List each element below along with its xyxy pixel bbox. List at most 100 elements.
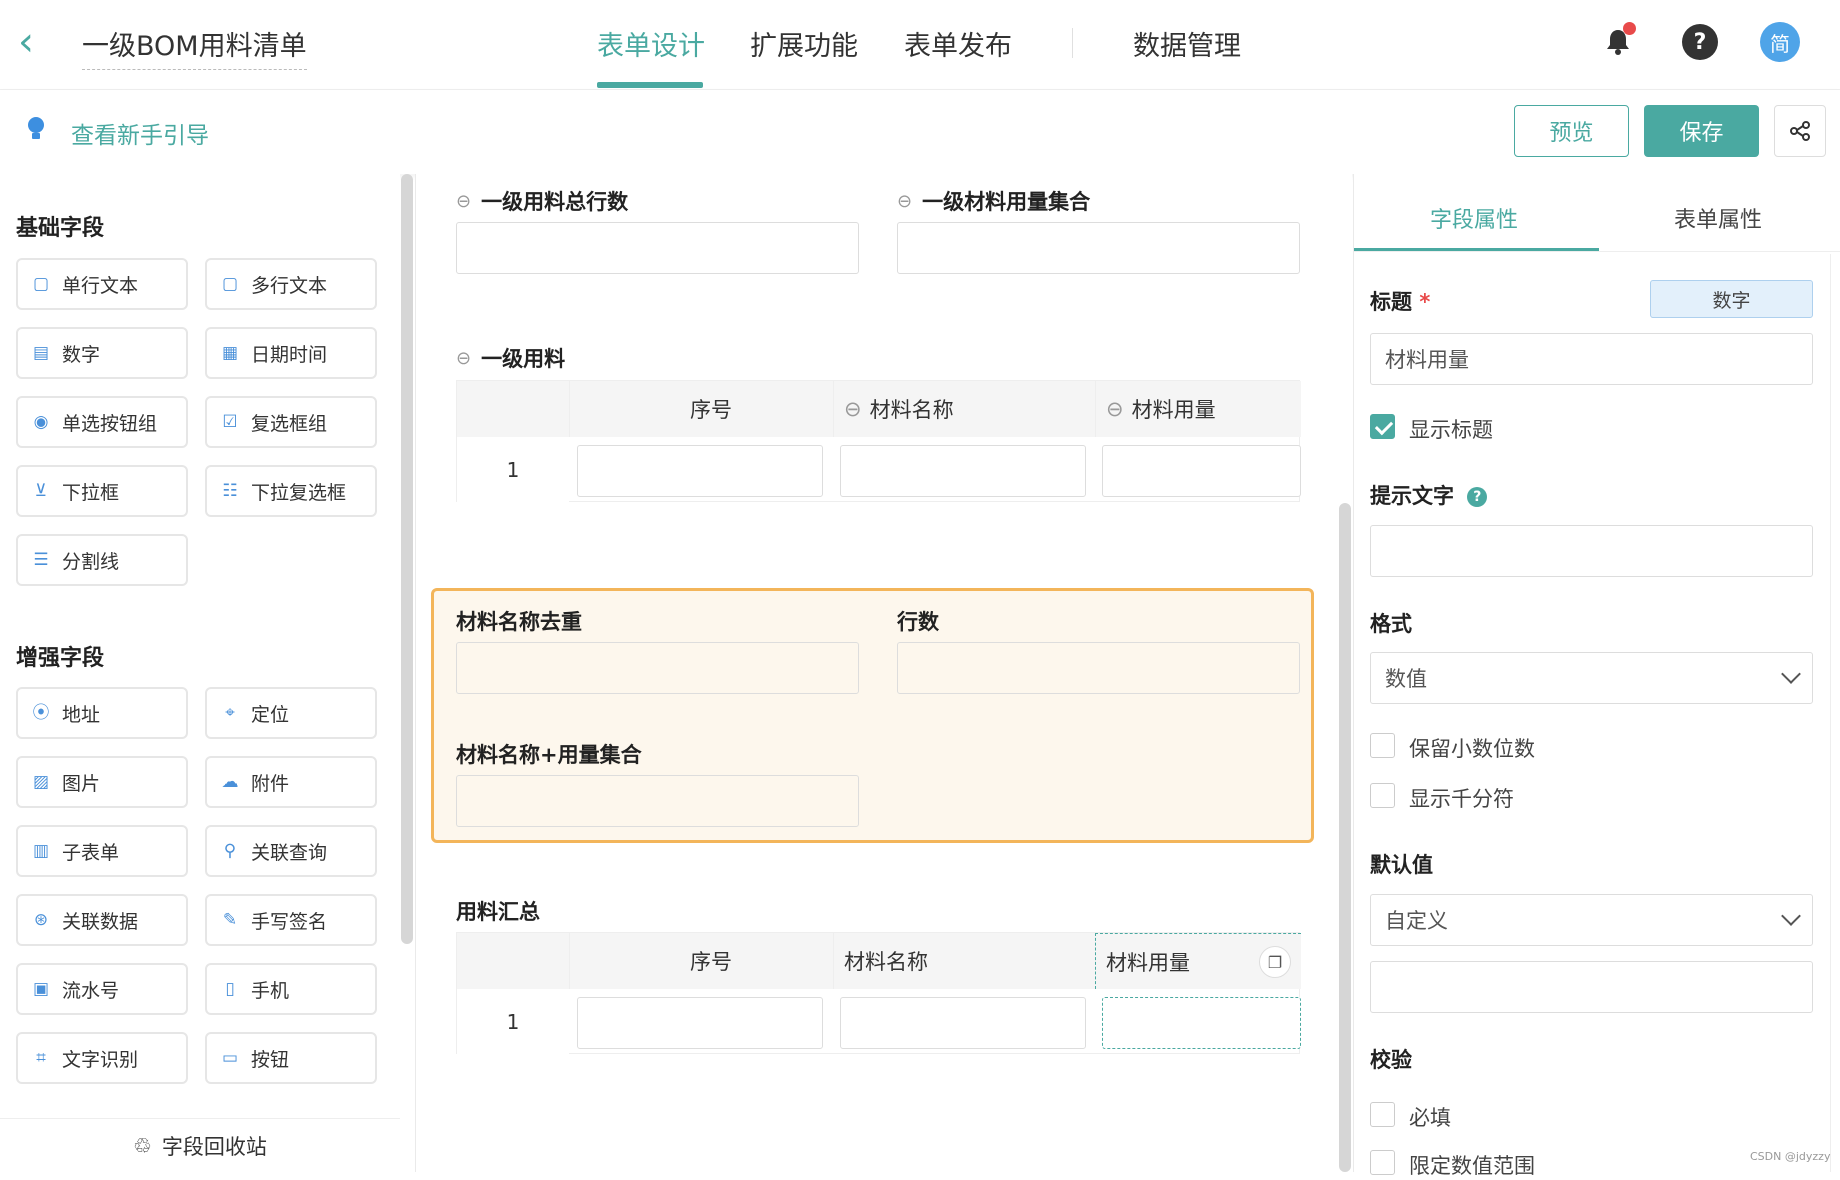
divider-icon: ☰ [33, 550, 49, 570]
field-address[interactable]: ⦿ 地址 [16, 687, 188, 739]
subform-icon: ▥ [32, 841, 50, 861]
prop-title-input[interactable]: 材料用量 [1370, 333, 1813, 385]
name-dedupe-input[interactable] [456, 642, 859, 694]
link-icon: ⊖ [897, 190, 913, 212]
field-mobile[interactable]: ▯ 手机 [205, 963, 377, 1015]
field-label-row-count: 行数 [897, 610, 939, 634]
table-header-material-name: ⊖ 材料名称 [833, 381, 1095, 437]
prop-format-label: 格式 [1370, 612, 1412, 636]
basic-fields-title: 基础字段 [16, 216, 105, 241]
field-divider[interactable]: ☰ 分割线 [16, 534, 188, 586]
radio-icon: ◉ [33, 412, 49, 432]
query-icon: ⚲ [223, 841, 237, 861]
palette-scrollbar[interactable] [401, 174, 413, 944]
thousands-separator-checkbox[interactable] [1370, 783, 1395, 808]
default-value-select[interactable]: 自定义 [1370, 894, 1813, 946]
save-button[interactable]: 保存 [1644, 105, 1759, 157]
row-count-input[interactable] [897, 642, 1300, 694]
properties-scrollbar[interactable] [1830, 254, 1840, 1172]
show-title-checkbox[interactable] [1370, 414, 1395, 439]
preview-button[interactable]: 预览 [1514, 105, 1629, 157]
keep-decimals-checkbox[interactable] [1370, 733, 1395, 758]
field-palette: 基础字段 ▢ 单行文本 ▢ 多行文本 ▤ 数字 ▦ 日期时间 ◉ 单选按钮组 ☑ 复选框组 … [0, 174, 400, 1172]
field-multi-line-text[interactable]: ▢ 多行文本 [205, 258, 377, 310]
field-serial-number[interactable]: ▣ 流水号 [16, 963, 188, 1015]
checkbox-icon: ☑ [222, 412, 238, 432]
required-checkbox[interactable] [1370, 1102, 1395, 1127]
subform-table-level1: 序号 ⊖ 材料名称 ⊖ 材料用量 1 [456, 380, 1301, 503]
default-value-input[interactable] [1370, 961, 1813, 1013]
copy-icon[interactable]: ❐ [1259, 946, 1291, 978]
field-signature[interactable]: ✎ 手写签名 [205, 894, 377, 946]
field-number[interactable]: ▤ 数字 [16, 327, 188, 379]
link-icon: ⊖ [456, 190, 472, 212]
subform-title-level1: ⊖ 一级用料 [456, 347, 566, 371]
field-ocr[interactable]: ⌗ 文字识别 [16, 1032, 188, 1084]
button-icon: ▭ [221, 1048, 239, 1068]
textarea-icon: ▢ [221, 274, 239, 294]
required-mark: * [1419, 290, 1431, 314]
cell-input-material-qty[interactable] [1102, 997, 1301, 1049]
tab-field-properties[interactable]: 字段属性 [1430, 202, 1518, 234]
crosshair-icon: ⌖ [225, 703, 235, 723]
value-range-label: 限定数值范围 [1409, 1154, 1535, 1178]
lightbulb-icon [26, 116, 46, 148]
field-dropdown[interactable]: ⊻ 下拉框 [16, 465, 188, 517]
field-dropdown-multi[interactable]: ☷ 下拉复选框 [205, 465, 377, 517]
field-datetime[interactable]: ▦ 日期时间 [205, 327, 377, 379]
form-title[interactable]: 一级BOM用料清单 [82, 24, 307, 70]
pen-icon: ✎ [222, 910, 238, 930]
cell-input-seq[interactable] [577, 445, 823, 497]
help-circle-icon[interactable]: ? [1467, 487, 1488, 507]
share-button[interactable] [1774, 105, 1826, 157]
tab-form-publish[interactable]: 表单发布 [904, 24, 1012, 63]
nav-divider [1072, 28, 1073, 58]
field-radio-group[interactable]: ◉ 单选按钮组 [16, 396, 188, 448]
cell-input-material-name[interactable] [840, 997, 1086, 1049]
row-index: 1 [457, 989, 569, 1055]
serial-icon: ▣ [32, 979, 50, 999]
material-set-input[interactable] [897, 222, 1300, 274]
field-related-query[interactable]: ⚲ 关联查询 [205, 825, 377, 877]
prop-validation-label: 校验 [1370, 1048, 1412, 1072]
field-image[interactable]: ▨ 图片 [16, 756, 188, 808]
field-attachment[interactable]: ☁ 附件 [205, 756, 377, 808]
back-arrow-icon[interactable]: ‹ [18, 22, 48, 62]
canvas-scrollbar[interactable] [1339, 503, 1351, 1172]
name-qty-set-input[interactable] [456, 775, 859, 827]
number-icon: ▤ [32, 343, 50, 363]
table-header-cell [457, 381, 569, 437]
field-recycle-bin[interactable]: ♲ 字段回收站 [0, 1118, 400, 1172]
tab-extensions[interactable]: 扩展功能 [750, 24, 858, 63]
value-range-checkbox[interactable] [1370, 1150, 1395, 1175]
field-button[interactable]: ▭ 按钮 [205, 1032, 377, 1084]
field-related-data[interactable]: ⊛ 关联数据 [16, 894, 188, 946]
help-icon[interactable]: ? [1682, 24, 1718, 60]
field-label-name-dedupe: 材料名称去重 [456, 610, 582, 634]
cell-input-material-name[interactable] [840, 445, 1086, 497]
field-single-line-text[interactable]: ▢ 单行文本 [16, 258, 188, 310]
field-geolocation[interactable]: ⌖ 定位 [205, 687, 377, 739]
table-header-material-qty-selected[interactable]: 材料用量 ❐ [1095, 933, 1301, 989]
location-pin-icon: ⦿ [32, 703, 50, 723]
tab-form-design[interactable]: 表单设计 [597, 24, 705, 63]
cell-input-seq[interactable] [577, 997, 823, 1049]
keep-decimals-label: 保留小数位数 [1409, 737, 1535, 761]
multi-select-icon: ☷ [222, 481, 238, 501]
tab-data-management[interactable]: 数据管理 [1133, 24, 1241, 63]
required-label: 必填 [1409, 1106, 1451, 1130]
tab-form-properties[interactable]: 表单属性 [1674, 202, 1762, 234]
table-header-cell [457, 933, 569, 989]
thousands-separator-label: 显示千分符 [1409, 787, 1514, 811]
avatar[interactable]: 简 [1760, 22, 1800, 62]
prop-hint-input[interactable] [1370, 525, 1813, 577]
sub-toolbar: 查看新手引导 预览 保存 [0, 90, 1840, 174]
row-index: 1 [457, 437, 569, 503]
field-checkbox-group[interactable]: ☑ 复选框组 [205, 396, 377, 448]
total-rows-input[interactable] [456, 222, 859, 274]
field-subform[interactable]: ▥ 子表单 [16, 825, 188, 877]
guide-link[interactable]: 查看新手引导 [71, 116, 209, 150]
field-label-material-set: ⊖ 一级材料用量集合 [897, 190, 1091, 214]
format-select[interactable]: 数值 [1370, 652, 1813, 704]
cell-input-material-qty[interactable] [1102, 445, 1301, 497]
